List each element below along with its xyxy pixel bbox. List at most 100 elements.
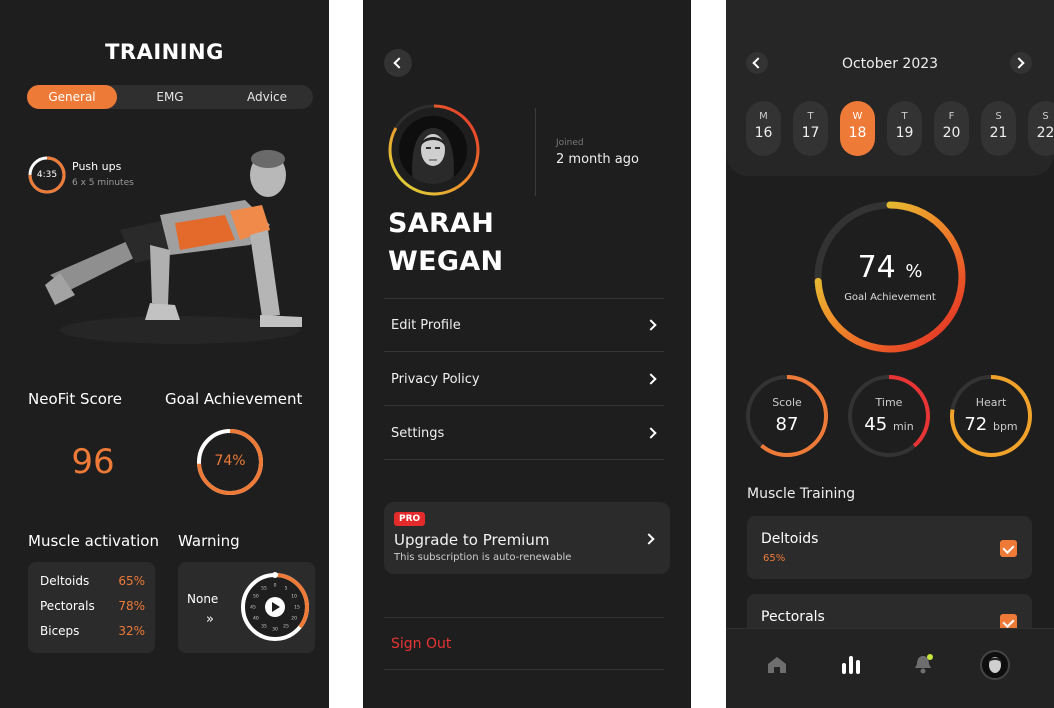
next-month-button[interactable] <box>1010 52 1032 74</box>
muscle-name: Pectorals <box>40 599 95 613</box>
page-title: TRAINING <box>105 40 224 64</box>
day-number: 17 <box>801 125 820 141</box>
divider <box>384 459 664 460</box>
stats-icon[interactable] <box>841 654 861 674</box>
heart-number: 72 <box>964 414 988 435</box>
dial-tick-label: 20 <box>291 616 297 622</box>
avatar[interactable] <box>399 116 467 184</box>
muscle-card-name: Pectorals <box>761 609 825 625</box>
profile-avatar-tab[interactable] <box>980 650 1010 680</box>
neofit-score-value: 96 <box>71 442 115 482</box>
bell-icon[interactable] <box>913 653 935 675</box>
training-screen: TRAINING General EMG Advice 4:35 Push up… <box>0 0 329 708</box>
time-unit: min <box>892 420 914 433</box>
bottom-tab-bar <box>726 628 1054 708</box>
day-number: 20 <box>942 125 961 141</box>
muscle-card-name: Deltoids <box>761 531 819 547</box>
timer-dial[interactable]: 5055 0 510 15 2025 30 3540 45 <box>240 572 310 642</box>
day-letter: F <box>948 111 955 122</box>
menu-edit-profile[interactable]: Edit Profile <box>391 318 461 333</box>
time-number: 45 <box>864 414 888 435</box>
divider <box>384 617 664 618</box>
day-letter: W <box>852 111 863 122</box>
muscle-value: 78% <box>118 599 145 613</box>
dial-tick-label: 55 <box>261 585 267 591</box>
day-number: 19 <box>895 125 914 141</box>
first-name: SARAH <box>388 208 495 239</box>
goal-achievement-label: Goal Achievement <box>844 292 936 303</box>
avatar-image <box>399 116 467 184</box>
chevron-right-icon[interactable] <box>645 427 657 439</box>
divider <box>535 108 536 196</box>
check-icon[interactable] <box>1000 540 1017 557</box>
time-label: Time <box>875 396 903 409</box>
segmented-tabs: General EMG Advice <box>27 85 313 109</box>
divider <box>384 405 664 406</box>
goal-achievement-value: 74% <box>214 453 246 469</box>
day-letter: T <box>901 111 908 122</box>
heart-value: 72 bpm <box>949 414 1033 435</box>
joined-value: 2 month ago <box>556 152 639 167</box>
divider <box>384 351 664 352</box>
day-number: 22 <box>1036 125 1054 141</box>
dial-tick-label: 15 <box>294 605 300 611</box>
dial-tick-label: 10 <box>291 594 297 600</box>
dial-tick-label: 50 <box>253 594 259 600</box>
dial-tick-label: 35 <box>261 624 267 630</box>
day-letter: T <box>807 111 814 122</box>
menu-settings[interactable]: Settings <box>391 426 444 441</box>
neofit-score-label: NeoFit Score <box>28 390 122 408</box>
month-title: October 2023 <box>841 56 939 72</box>
profile-screen: Joined 2 month ago SARAH WEGAN Edit Prof… <box>363 0 691 708</box>
exercise-timer: 4:35 <box>36 170 58 180</box>
sign-out-button[interactable]: Sign Out <box>391 636 451 652</box>
goal-achievement-value: 74 % <box>812 250 968 285</box>
back-button[interactable] <box>384 49 412 77</box>
warning-value: None <box>187 592 219 606</box>
chevron-right-icon <box>1013 57 1025 69</box>
dial-tick-label: 5 <box>285 585 288 591</box>
muscle-card[interactable]: Deltoids 65% <box>747 516 1032 579</box>
dial-tick-label: 45 <box>250 605 256 611</box>
tab-emg[interactable]: EMG <box>124 85 216 109</box>
exercise-name: Push ups <box>72 160 122 173</box>
heart-label: Heart <box>975 396 1007 409</box>
day-letter: S <box>1042 111 1049 122</box>
day-number: 21 <box>989 125 1008 141</box>
muscle-training-title: Muscle Training <box>747 486 856 502</box>
day-chip-selected[interactable]: W 18 <box>840 101 875 156</box>
chevron-right-icon[interactable] <box>645 373 657 385</box>
muscle-card-value: 65% <box>763 553 786 564</box>
dial-tick-label: 40 <box>253 616 259 622</box>
day-number: 16 <box>754 125 773 141</box>
muscle-value: 65% <box>118 574 145 588</box>
dial-tick-label: 25 <box>283 624 289 630</box>
day-chip[interactable]: S 22 <box>1028 101 1054 156</box>
premium-subtitle: This subscription is auto-renewable <box>394 552 572 563</box>
divider <box>384 669 664 670</box>
tab-advice[interactable]: Advice <box>221 85 313 109</box>
day-chip[interactable]: S 21 <box>981 101 1016 156</box>
tab-general[interactable]: General <box>27 85 117 109</box>
day-chip[interactable]: M 16 <box>746 101 781 156</box>
chevron-right-icon[interactable] <box>645 319 657 331</box>
day-chip[interactable]: T 17 <box>793 101 828 156</box>
dial-tick-label: 0 <box>274 583 277 589</box>
score-label: Scole <box>772 396 802 409</box>
goal-unit: % <box>905 261 923 282</box>
muscle-name: Biceps <box>40 624 80 638</box>
stats-screen: October 2023 M 16 T 17 W 18 T 19 F 20 S 21 S 22… <box>726 0 1054 708</box>
home-icon[interactable] <box>767 656 787 674</box>
exercise-sets: 6 x 5 minutes <box>72 178 134 188</box>
pro-badge: PRO <box>394 512 426 526</box>
menu-privacy-policy[interactable]: Privacy Policy <box>391 372 480 387</box>
muscle-activation-card: Deltoids 65% Pectorals 78% Biceps 32% <box>28 562 155 653</box>
avatar-image <box>988 657 1002 673</box>
divider <box>384 298 664 299</box>
warning-arrow-icon[interactable]: » <box>206 612 214 627</box>
chevron-left-icon <box>393 57 405 69</box>
day-chip[interactable]: T 19 <box>887 101 922 156</box>
day-letter: M <box>759 111 768 122</box>
time-value: 45 min <box>847 414 931 435</box>
day-chip[interactable]: F 20 <box>934 101 969 156</box>
